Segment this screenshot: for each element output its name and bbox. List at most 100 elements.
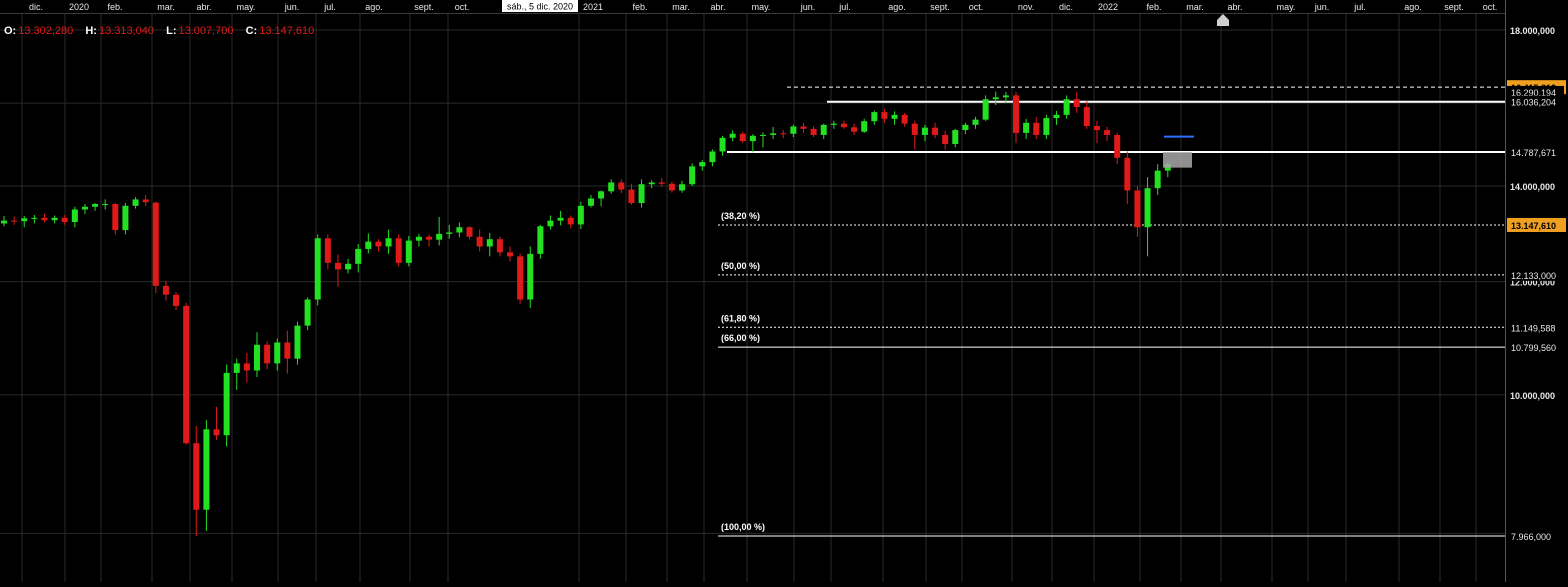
- candle-body: [426, 236, 433, 240]
- candle-body: [1124, 157, 1131, 191]
- price-label-text: 16.036,204: [1511, 98, 1556, 108]
- x-tick-label: nov.: [1018, 2, 1034, 12]
- candle-body: [415, 236, 422, 241]
- x-tick-label: ago.: [1404, 2, 1422, 12]
- x-tick-label: mar.: [157, 2, 175, 12]
- x-tick-label: oct.: [969, 2, 984, 12]
- candle-body: [375, 241, 382, 247]
- candle-body: [689, 166, 696, 185]
- x-tick-label: abr.: [196, 2, 211, 12]
- candle-body: [102, 203, 109, 205]
- candle-body: [1093, 126, 1100, 131]
- candle-body: [395, 238, 402, 263]
- x-tick-label: may.: [237, 2, 256, 12]
- candle-body: [173, 294, 180, 306]
- candlestick-chart[interactable]: dic. 2020 feb. mar. abr. may. jun. jul. ago. sept…: [0, 0, 1568, 582]
- candle-body: [709, 151, 716, 163]
- price-label-text: 7.966,000: [1511, 532, 1551, 542]
- candle-body: [496, 239, 503, 253]
- x-tick-label: mar.: [1186, 2, 1204, 12]
- candle-body: [203, 429, 210, 510]
- candle-body: [932, 127, 939, 135]
- x-tick-label: oct.: [1483, 2, 1498, 12]
- candle-body: [1104, 130, 1111, 135]
- candle-body: [92, 203, 99, 207]
- candle-body: [598, 191, 605, 199]
- candle-body: [891, 114, 898, 119]
- x-tick-label: sept.: [930, 2, 950, 12]
- fib-level-label: (38,20 %): [721, 211, 760, 221]
- candle[interactable]: [152, 201, 159, 294]
- price-label-text: 13.147,610: [1511, 221, 1556, 231]
- candle-body: [142, 199, 149, 203]
- candle-body: [911, 123, 918, 135]
- candle-body: [547, 220, 554, 227]
- candle-body: [982, 99, 989, 120]
- candle-body: [810, 128, 817, 135]
- candle-body: [122, 205, 129, 231]
- candle-body: [466, 227, 473, 237]
- candle-body: [233, 363, 240, 373]
- candle-body: [587, 198, 594, 206]
- candle-body: [284, 342, 291, 359]
- candle-body: [243, 363, 250, 371]
- candle-body: [1154, 170, 1161, 189]
- price-label-text: 14.787,671: [1511, 148, 1556, 158]
- candle[interactable]: [122, 203, 129, 235]
- price-label: 13.147,610: [1507, 217, 1566, 232]
- price-label-text: 12.133,000: [1511, 271, 1556, 281]
- x-tick-label: jun.: [800, 2, 816, 12]
- price-label-text: 11.149,588: [1511, 323, 1555, 333]
- candle-body: [314, 238, 321, 300]
- y-tick-label: 18.000,000: [1510, 26, 1555, 36]
- candle-body: [648, 182, 655, 185]
- candle[interactable]: [314, 234, 321, 306]
- candle-body: [162, 285, 169, 295]
- candle-body: [679, 184, 686, 191]
- price-label: 14.787,671: [1507, 146, 1564, 159]
- ohlc-readout: O: 13.302,280 H: 13.313,040 L: 13.007,700 C…: [4, 25, 323, 37]
- candle-body: [557, 217, 564, 221]
- price-label: 10.799,560: [1507, 341, 1564, 354]
- candle-body: [658, 182, 665, 184]
- candle[interactable]: [527, 246, 534, 309]
- candle-body: [942, 134, 949, 144]
- candle-body: [1073, 99, 1080, 108]
- candle[interactable]: [223, 364, 230, 447]
- candle[interactable]: [112, 203, 119, 235]
- candle-body: [385, 238, 392, 247]
- x-tick-label: feb.: [107, 2, 122, 12]
- candle-body: [345, 263, 352, 270]
- chart-canvas[interactable]: dic. 2020 feb. mar. abr. may. jun. jul. ago. sept…: [0, 0, 1568, 582]
- candle-body: [1013, 95, 1019, 133]
- candle[interactable]: [689, 163, 696, 186]
- fib-level-label: (100,00 %): [721, 522, 765, 532]
- fib-level-label: (50,00 %): [721, 261, 760, 271]
- candle-body: [527, 253, 534, 300]
- candle-body: [770, 133, 777, 135]
- candle[interactable]: [537, 224, 544, 259]
- x-tick-label: sept.: [1444, 2, 1464, 12]
- candle-body: [628, 189, 635, 204]
- candle-body: [1, 220, 7, 224]
- ohlc-close-value: 13.147,610: [259, 25, 315, 37]
- candle-body: [1114, 134, 1121, 158]
- candle-body: [517, 256, 524, 300]
- candle[interactable]: [304, 297, 311, 331]
- candle[interactable]: [395, 234, 402, 267]
- x-tick-label: feb.: [632, 2, 647, 12]
- candle[interactable]: [517, 253, 524, 304]
- candle-body: [871, 112, 878, 122]
- candle-body: [1002, 95, 1009, 98]
- candle-body: [405, 240, 412, 263]
- candle-body: [264, 344, 271, 364]
- candle-body: [881, 112, 888, 119]
- y-tick-label: 10.000,000: [1510, 391, 1555, 401]
- candle-body: [1043, 118, 1050, 135]
- scroll-to-end-icon[interactable]: [1216, 13, 1230, 27]
- gap-box[interactable]: [1163, 152, 1192, 168]
- x-tick-label: abr.: [710, 2, 725, 12]
- candle-body: [901, 114, 908, 124]
- candle[interactable]: [294, 321, 301, 365]
- candle[interactable]: [183, 302, 190, 445]
